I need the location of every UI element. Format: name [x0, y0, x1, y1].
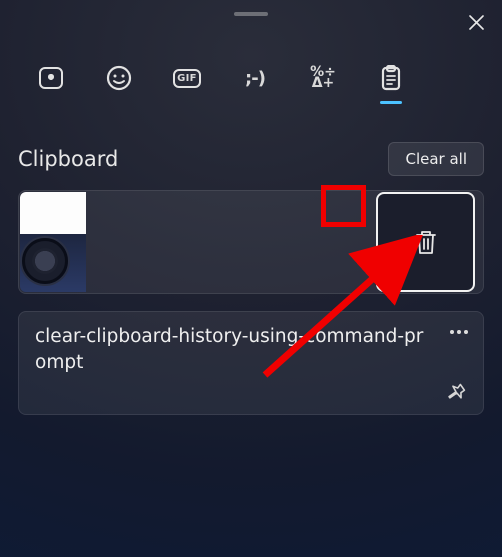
- tab-emoji[interactable]: [99, 58, 139, 98]
- clipboard-icon: [381, 65, 401, 91]
- tab-gif[interactable]: GIF: [167, 58, 207, 98]
- close-button[interactable]: [464, 10, 488, 34]
- kaomoji-icon: ;-): [245, 68, 265, 89]
- gif-icon: GIF: [173, 69, 201, 88]
- section-title: Clipboard: [18, 147, 118, 171]
- more-icon: [449, 329, 469, 335]
- clipboard-image-thumbnail: [20, 192, 86, 292]
- category-tabs: GIF ;-) %÷ Δ+: [31, 58, 411, 98]
- tab-symbols[interactable]: %÷ Δ+: [303, 58, 343, 98]
- delete-button[interactable]: [376, 192, 475, 292]
- symbols-icon: %÷ Δ+: [310, 67, 336, 89]
- clipboard-text-content: clear-clipboard-history-using-command-pr…: [35, 324, 428, 376]
- tab-clipboard[interactable]: [371, 58, 411, 98]
- more-options-button[interactable]: [445, 320, 473, 344]
- drag-handle[interactable]: [234, 12, 268, 16]
- sticker-icon: [39, 67, 63, 89]
- clear-all-button[interactable]: Clear all: [388, 142, 484, 176]
- close-icon: [469, 15, 484, 30]
- emoji-icon: [106, 65, 132, 91]
- pin-button[interactable]: [441, 376, 473, 408]
- trash-icon: [413, 228, 439, 256]
- section-header: Clipboard Clear all: [18, 142, 484, 176]
- tab-stickers[interactable]: [31, 58, 71, 98]
- pin-icon: [447, 382, 467, 402]
- clipboard-item-text[interactable]: clear-clipboard-history-using-command-pr…: [18, 311, 484, 415]
- tab-kaomoji[interactable]: ;-): [235, 58, 275, 98]
